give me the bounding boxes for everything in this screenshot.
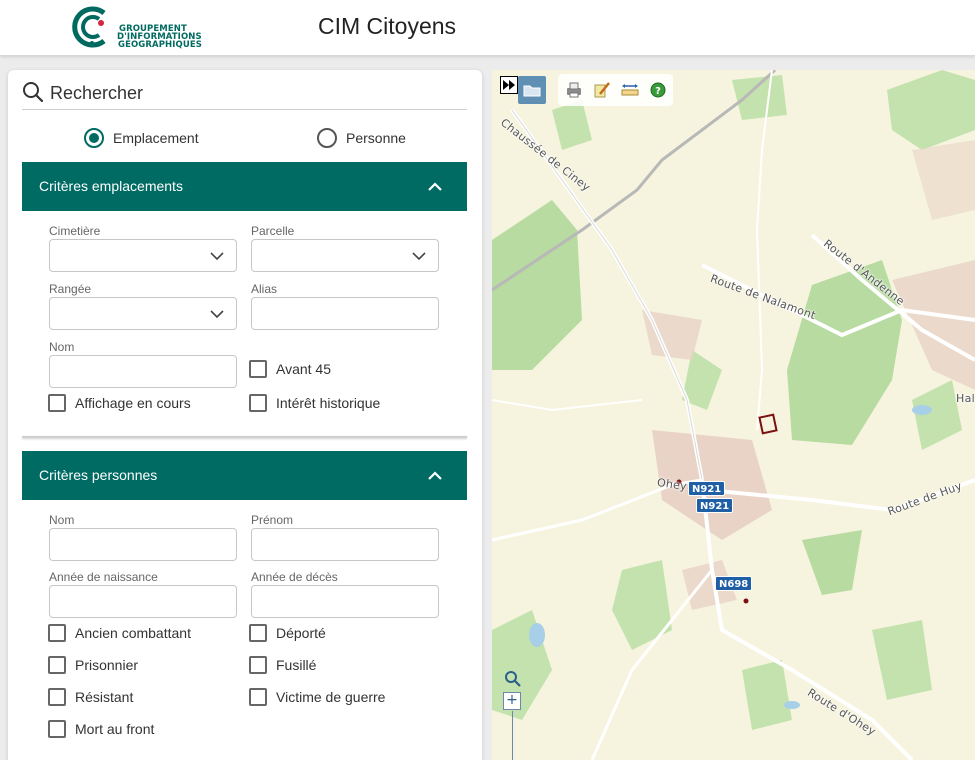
checkbox-fusille[interactable]: Fusillé (249, 656, 316, 674)
nom-empl-input[interactable] (49, 355, 237, 388)
checkbox-deporte[interactable]: Déporté (249, 624, 326, 642)
logo: GROUPEMENT D'INFORMATIONS GÉOGRAPHIQUES (68, 3, 202, 51)
checkbox-mort-front[interactable]: Mort au front (48, 720, 154, 738)
zoom-slider-track[interactable] (512, 711, 513, 760)
checkbox-label: Déporté (276, 625, 326, 641)
checkbox-box[interactable] (48, 720, 66, 738)
search-icon (23, 82, 44, 103)
search-panel: Rechercher Emplacement Personne Critères… (8, 70, 482, 760)
chevron-down-icon (210, 252, 224, 261)
checkbox-affichage-label: Affichage en cours (75, 395, 191, 411)
checkbox-box[interactable] (48, 624, 66, 642)
fast-forward-icon (503, 80, 515, 90)
alias-label: Alias (251, 282, 278, 296)
app-title: CIM Citoyens (318, 13, 457, 39)
help-icon[interactable]: ? (648, 80, 668, 100)
chevron-down-icon (210, 310, 224, 319)
checkbox-label: Résistant (75, 689, 134, 705)
map-toolbar: ? (558, 74, 673, 106)
checkbox-label: Mort au front (75, 721, 155, 737)
chevron-up-icon[interactable] (427, 468, 443, 484)
road-shield-n921: N921 (696, 498, 734, 513)
checkbox-avant45-box[interactable] (249, 360, 267, 378)
app-header: GROUPEMENT D'INFORMATIONS GÉOGRAPHIQUES … (0, 0, 975, 56)
map-view[interactable]: Chaussée de Ciney Route d'Andenne Route … (492, 70, 975, 760)
checkbox-box[interactable] (249, 688, 267, 706)
checkbox-interet-box[interactable] (249, 394, 267, 412)
checkbox-label: Ancien combattant (75, 625, 191, 641)
search-header: Rechercher (22, 78, 467, 110)
chevron-up-icon[interactable] (427, 179, 443, 195)
radio-emplacement-circle[interactable] (84, 128, 104, 148)
checkbox-resistant[interactable]: Résistant (48, 688, 133, 706)
alias-input[interactable] (251, 297, 439, 330)
naissance-input[interactable] (49, 585, 237, 618)
checkbox-label: Fusillé (276, 657, 317, 673)
map-label-edge: Hal (956, 392, 975, 405)
section-divider (22, 436, 467, 438)
nom-pers-label: Nom (49, 513, 75, 527)
parcelle-label: Parcelle (251, 224, 295, 238)
svg-text:?: ? (655, 86, 661, 97)
checkbox-affichage-box[interactable] (48, 394, 66, 412)
section-personnes-header[interactable]: Critères personnes (22, 451, 467, 500)
edit-icon[interactable] (592, 80, 612, 100)
rangee-select[interactable] (49, 297, 237, 330)
checkbox-box[interactable] (48, 688, 66, 706)
section-emplacements-title: Critères emplacements (39, 178, 183, 194)
cimetiere-label: Cimetière (49, 224, 101, 238)
checkbox-interet[interactable]: Intérêt historique (249, 394, 380, 412)
checkbox-prisonnier[interactable]: Prisonnier (48, 656, 138, 674)
radio-personne-label: Personne (346, 130, 406, 146)
road-shield-n921: N921 (688, 481, 726, 496)
logo-mark-icon (72, 6, 106, 48)
nom-empl-label: Nom (49, 340, 75, 354)
road-shield-n698: N698 (715, 576, 753, 591)
section-emplacements-header[interactable]: Critères emplacements (22, 162, 467, 211)
section-personnes-title: Critères personnes (39, 467, 158, 483)
checkbox-ancien-combattant[interactable]: Ancien combattant (48, 624, 191, 642)
prenom-label: Prénom (251, 513, 294, 527)
radio-emplacement-label: Emplacement (113, 130, 199, 146)
radio-personne-circle[interactable] (317, 128, 337, 148)
checkbox-box[interactable] (249, 656, 267, 674)
parcelle-select[interactable] (251, 239, 439, 272)
radio-personne[interactable]: Personne (317, 128, 406, 148)
zoom-in-button[interactable]: + (503, 692, 521, 710)
nom-pers-input[interactable] (49, 528, 237, 561)
checkbox-affichage[interactable]: Affichage en cours (48, 394, 191, 412)
checkbox-box[interactable] (48, 656, 66, 674)
zoom-search-icon[interactable] (504, 670, 522, 688)
layers-button[interactable] (518, 76, 546, 104)
checkbox-victime[interactable]: Victime de guerre (249, 688, 385, 706)
checkbox-interet-label: Intérêt historique (276, 395, 381, 411)
checkbox-label: Victime de guerre (276, 689, 386, 705)
checkbox-label: Prisonnier (75, 657, 139, 673)
deces-input[interactable] (251, 585, 439, 618)
checkbox-avant45[interactable]: Avant 45 (249, 360, 331, 378)
radio-emplacement[interactable]: Emplacement (84, 128, 199, 148)
search-title: Rechercher (50, 83, 144, 103)
naissance-label: Année de naissance (49, 570, 158, 584)
deces-label: Année de décès (251, 570, 338, 584)
rangee-label: Rangée (49, 282, 92, 296)
prenom-input[interactable] (251, 528, 439, 561)
measure-icon[interactable] (620, 80, 640, 100)
chevron-down-icon (412, 252, 426, 261)
open-folder-icon (523, 85, 541, 97)
checkbox-avant45-label: Avant 45 (276, 361, 332, 377)
checkbox-box[interactable] (249, 624, 267, 642)
expand-panel-button[interactable] (500, 76, 518, 94)
cimetiere-select[interactable] (49, 239, 237, 272)
print-icon[interactable] (564, 80, 584, 100)
zoom-control: + (502, 670, 524, 760)
logo-text: GROUPEMENT D'INFORMATIONS GÉOGRAPHIQUES (117, 24, 202, 50)
